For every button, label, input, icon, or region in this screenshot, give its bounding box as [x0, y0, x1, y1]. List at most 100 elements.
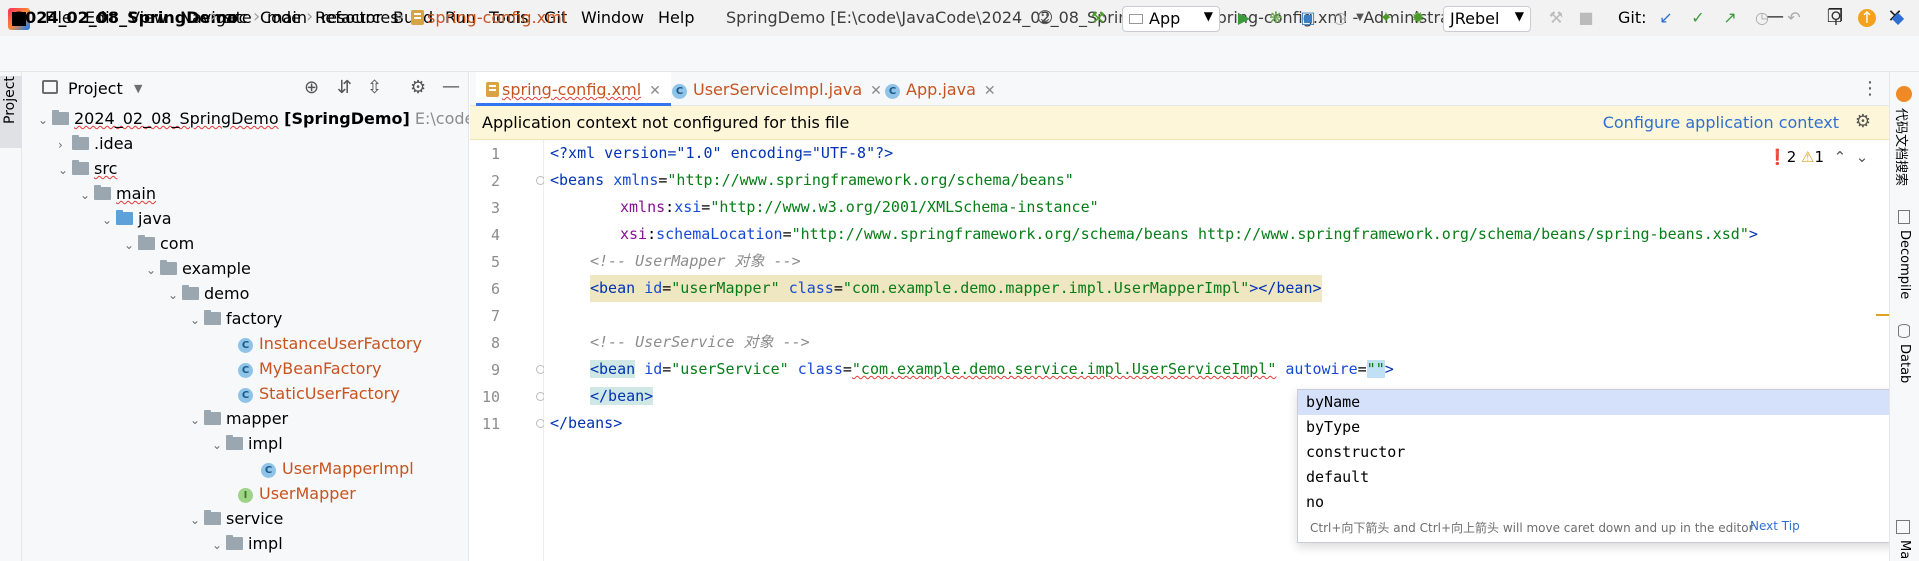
chevron-down-icon: ⌄: [102, 213, 113, 227]
tree-module-name: [SpringDemo]: [278, 109, 410, 128]
chevron-down-icon: ⌄: [212, 538, 223, 552]
tree-row-mapper-impl[interactable]: ⌄ impl: [212, 431, 283, 456]
project-tool-tab[interactable]: Project: [0, 76, 22, 148]
menu-help[interactable]: Help: [658, 8, 694, 27]
coverage-icon[interactable]: ▣: [1298, 8, 1318, 28]
tree-row-src[interactable]: ⌄ src: [58, 156, 117, 181]
close-tab-icon[interactable]: ✕: [649, 83, 661, 99]
inspection-widget[interactable]: ❗2 ⚠1 ⌃ ⌄: [1768, 148, 1868, 166]
build-hammer-icon[interactable]: ⚒: [1088, 8, 1108, 28]
tree-row-java[interactable]: ⌄ java: [102, 206, 172, 231]
doc-search-icon[interactable]: [1896, 86, 1912, 102]
breadcrumb-resources[interactable]: resources: [321, 8, 399, 27]
tab-spring-config[interactable]: spring-config.xml ✕: [476, 72, 671, 106]
prev-highlight-icon[interactable]: ⌃: [1834, 148, 1847, 166]
warning-stripe-marker[interactable]: [1876, 314, 1890, 316]
package-icon: [204, 310, 221, 325]
git-push-icon[interactable]: ↗: [1720, 8, 1740, 28]
breadcrumb-separator-icon: ›: [210, 6, 218, 27]
git-rollback-icon[interactable]: ↶: [1784, 8, 1804, 28]
chevron-down-icon[interactable]: ▼: [134, 82, 142, 95]
next-tip-link[interactable]: Next Tip: [1750, 519, 1800, 533]
jrebel-run-icon[interactable]: ✦: [1376, 8, 1396, 28]
updates-icon[interactable]: ↑: [1858, 9, 1876, 27]
tree-row-class[interactable]: C StaticUserFactory: [238, 381, 400, 406]
tree-row-class[interactable]: C InstanceUserFactory: [238, 331, 422, 356]
run-config-label: App: [1149, 9, 1181, 28]
tree-row-idea[interactable]: › .idea: [58, 131, 133, 156]
breadcrumb-file[interactable]: spring-config.xml: [411, 8, 566, 27]
run-config-dropdown[interactable]: App ▼: [1122, 6, 1220, 32]
xml-tag: >: [1384, 360, 1394, 378]
line-number: 8: [490, 334, 500, 352]
error-icon: ❗: [1768, 148, 1787, 166]
tree-row-example[interactable]: ⌄ example: [146, 256, 251, 281]
git-update-icon[interactable]: ↙: [1656, 8, 1676, 28]
hide-panel-icon[interactable]: —: [442, 76, 460, 97]
chevron-down-icon: ⌄: [80, 188, 91, 202]
xml-file-icon: [411, 10, 424, 25]
completion-item-default[interactable]: default: [1298, 465, 1918, 490]
profile-icon[interactable]: ◷: [1330, 8, 1350, 28]
tree-row-class[interactable]: C MyBeanFactory: [238, 356, 381, 381]
gear-icon[interactable]: ⚙: [410, 77, 426, 98]
right-tool-maven[interactable]: Ma: [1897, 540, 1912, 559]
tree-label: UserMapperImpl: [282, 459, 414, 478]
source-folder-icon: [116, 210, 133, 225]
gear-icon[interactable]: ⚙: [1855, 111, 1871, 132]
jrebel-debug-icon[interactable]: ✹: [1408, 8, 1428, 28]
tree-row-class[interactable]: C UserMapperImpl: [261, 456, 414, 481]
select-opened-file-icon[interactable]: ⊕: [304, 77, 319, 98]
tab-options-icon[interactable]: ⋮: [1861, 78, 1879, 99]
close-tab-icon[interactable]: ✕: [984, 83, 996, 99]
package-icon: [160, 260, 177, 275]
user-icon[interactable]: ☺: [1035, 8, 1055, 28]
git-history-icon[interactable]: ◷: [1752, 8, 1772, 28]
right-tool-database[interactable]: Datab: [1897, 344, 1912, 383]
jetbrains-toolbox-icon[interactable]: ◆: [1888, 8, 1908, 28]
class-icon: C: [261, 463, 276, 478]
tree-row-mapper[interactable]: ⌄ mapper: [190, 406, 288, 431]
breadcrumb-main[interactable]: main: [267, 8, 307, 27]
expand-all-icon[interactable]: ⇵: [337, 77, 352, 98]
xml-tag: </bean>: [590, 387, 654, 405]
completion-item-constructor[interactable]: constructor: [1298, 440, 1918, 465]
chevron-down-icon: ▼: [1203, 9, 1213, 23]
tree-label: java: [138, 209, 172, 228]
tree-row-service[interactable]: ⌄ service: [190, 506, 283, 531]
tree-row-com[interactable]: ⌄ com: [124, 231, 194, 256]
git-commit-icon[interactable]: ✓: [1688, 8, 1708, 28]
tree-row-main[interactable]: ⌄ main: [80, 181, 156, 206]
completion-item-byname[interactable]: byName: [1298, 390, 1918, 415]
tree-label: InstanceUserFactory: [259, 334, 422, 353]
right-tool-decompile[interactable]: Decompile: [1897, 230, 1912, 299]
search-icon[interactable]: ⚲: [1826, 8, 1846, 28]
menu-window[interactable]: Window: [581, 8, 644, 27]
completion-item-bytype[interactable]: byType: [1298, 415, 1918, 440]
tab-userserviceimpl[interactable]: C UserServiceImpl.java ✕: [662, 72, 892, 106]
next-highlight-icon[interactable]: ⌄: [1856, 148, 1869, 166]
collapse-all-icon[interactable]: ⇳: [367, 77, 382, 98]
more-run-chevron-icon[interactable]: ▼: [1350, 8, 1370, 28]
tree-label: com: [160, 234, 195, 253]
tree-row-interface[interactable]: I UserMapper: [238, 481, 356, 506]
tree-row-service-impl[interactable]: ⌄ impl: [212, 531, 283, 556]
warning-icon: ⚠: [1801, 148, 1815, 166]
right-tool-doc-search[interactable]: 代码文档搜索: [1893, 108, 1912, 186]
completion-item-no[interactable]: no: [1298, 490, 1918, 515]
breadcrumb-project[interactable]: 2024_02_08_SpringDemo: [14, 8, 238, 27]
package-icon: [204, 410, 221, 425]
jrebel-label: JRebel: [1450, 9, 1500, 28]
breadcrumb-src[interactable]: src: [224, 8, 247, 27]
debug-icon[interactable]: ❋: [1266, 8, 1286, 28]
tree-row-module[interactable]: ⌄ 2024_02_08_SpringDemo [SpringDemo] E:\c…: [38, 106, 469, 131]
tree-row-demo[interactable]: ⌄ demo: [168, 281, 249, 306]
jrebel-dropdown[interactable]: JRebel ▼: [1443, 6, 1531, 32]
tab-app[interactable]: C App.java ✕: [875, 72, 1006, 106]
line-number: 6: [490, 280, 500, 298]
project-panel-title[interactable]: Project: [68, 79, 123, 98]
run-icon[interactable]: ▶: [1234, 8, 1254, 28]
configure-context-link[interactable]: Configure application context: [1603, 113, 1839, 132]
project-view-icon: [42, 80, 58, 94]
tree-row-factory[interactable]: ⌄ factory: [190, 306, 282, 331]
